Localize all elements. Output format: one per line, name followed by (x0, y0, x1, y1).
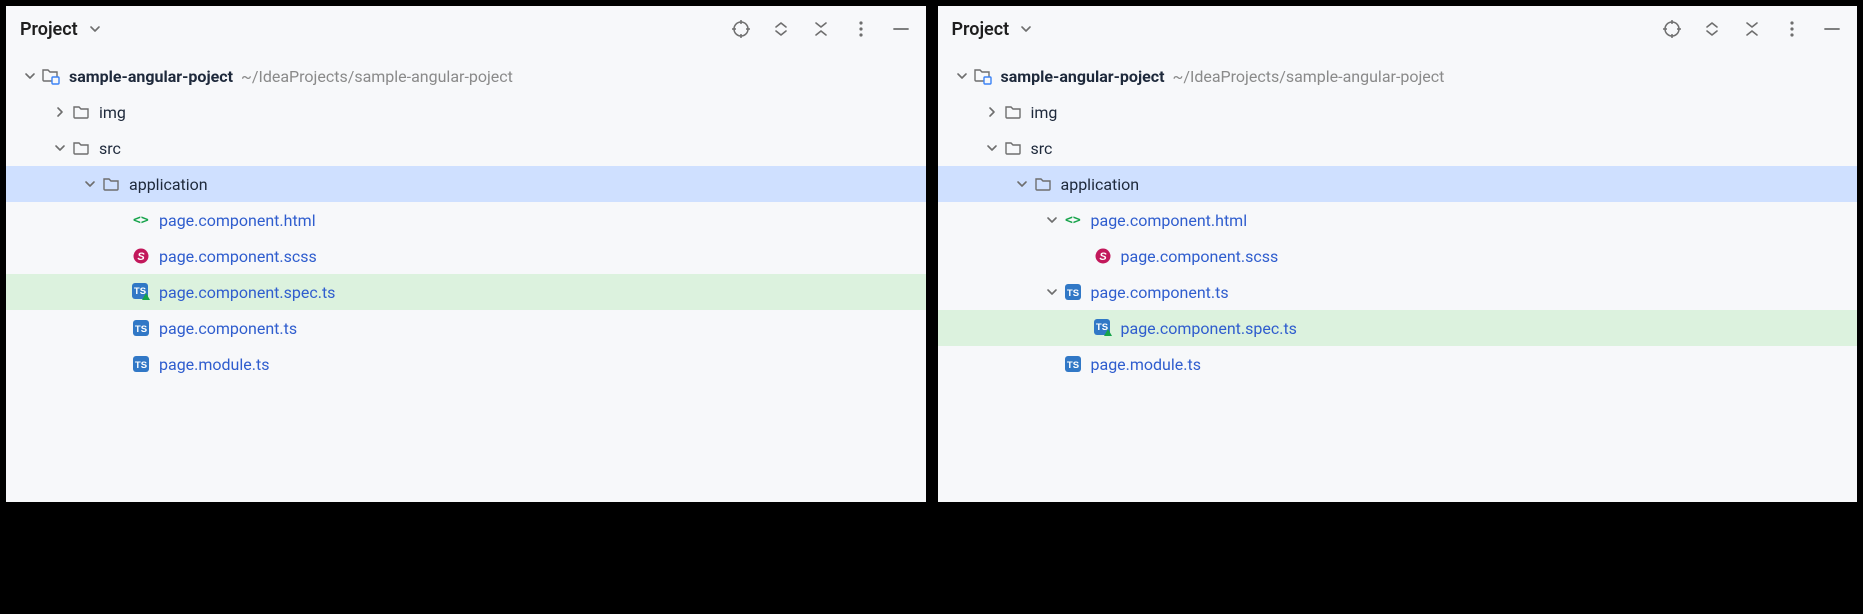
tree-node-page-spec[interactable]: page.component.spec.ts (938, 310, 1858, 346)
tree-node-src[interactable]: src (938, 130, 1858, 166)
node-path: ~/IdeaProjects/sample-angular-poject (241, 67, 513, 86)
header-actions (730, 18, 912, 40)
chevron-down-icon[interactable] (1012, 178, 1032, 190)
chevron-down-icon[interactable] (982, 142, 1002, 154)
ts-test-file-icon (130, 282, 152, 302)
header-actions (1661, 18, 1843, 40)
panel-title: Project (20, 19, 78, 40)
chevron-down-icon[interactable] (80, 178, 100, 190)
panel-header: Project (6, 12, 926, 58)
node-label: page.component.html (1091, 211, 1248, 230)
tree-node-page-ts[interactable]: page.component.ts (938, 274, 1858, 310)
select-opened-file-icon[interactable] (1661, 18, 1683, 40)
hide-panel-icon[interactable] (1821, 18, 1843, 40)
module-folder-icon (972, 66, 994, 86)
tree-node-src[interactable]: src (6, 130, 926, 166)
folder-icon (1032, 175, 1054, 193)
node-label: page.component.scss (159, 247, 317, 266)
project-tree: sample-angular-poject ~/IdeaProjects/sam… (6, 58, 926, 382)
node-label: page.component.spec.ts (1121, 319, 1297, 338)
scss-file-icon (130, 247, 152, 265)
folder-icon (100, 175, 122, 193)
html-file-icon (130, 211, 152, 229)
node-label: img (99, 103, 126, 122)
hide-panel-icon[interactable] (890, 18, 912, 40)
ts-file-icon (1062, 283, 1084, 301)
view-mode-chevron-icon[interactable] (1015, 18, 1037, 40)
chevron-down-icon[interactable] (50, 142, 70, 154)
chevron-down-icon[interactable] (1042, 214, 1062, 226)
tree-node-page-module[interactable]: page.module.ts (938, 346, 1858, 382)
node-label: src (99, 139, 121, 158)
node-label: page.component.scss (1121, 247, 1279, 266)
expand-all-icon[interactable] (770, 18, 792, 40)
tree-node-project-root[interactable]: sample-angular-poject ~/IdeaProjects/sam… (938, 58, 1858, 94)
node-label: application (129, 175, 208, 194)
module-folder-icon (40, 66, 62, 86)
tree-node-page-ts[interactable]: page.component.ts (6, 310, 926, 346)
scss-file-icon (1092, 247, 1114, 265)
tree-node-img[interactable]: img (938, 94, 1858, 130)
ts-file-icon (130, 319, 152, 337)
more-options-icon[interactable] (1781, 18, 1803, 40)
chevron-down-icon[interactable] (952, 70, 972, 82)
chevron-down-icon[interactable] (20, 70, 40, 82)
chevron-right-icon[interactable] (982, 106, 1002, 118)
tree-node-page-module[interactable]: page.module.ts (6, 346, 926, 382)
project-tree: sample-angular-poject ~/IdeaProjects/sam… (938, 58, 1858, 382)
node-label: sample-angular-poject (69, 67, 233, 86)
node-label: sample-angular-poject (1001, 67, 1165, 86)
html-file-icon (1062, 211, 1084, 229)
folder-icon (70, 103, 92, 121)
node-label: img (1031, 103, 1058, 122)
project-panel-left: Project sample-angular-poject ~/IdeaProj… (4, 4, 928, 504)
ts-file-icon (130, 355, 152, 373)
node-label: src (1031, 139, 1053, 158)
chevron-right-icon[interactable] (50, 106, 70, 118)
ts-test-file-icon (1092, 318, 1114, 338)
folder-icon (1002, 139, 1024, 157)
tree-node-page-html[interactable]: page.component.html (6, 202, 926, 238)
node-label: page.component.spec.ts (159, 283, 335, 302)
panel-title: Project (952, 19, 1010, 40)
node-label: page.component.ts (159, 319, 297, 338)
collapse-all-icon[interactable] (810, 18, 832, 40)
panel-header: Project (938, 12, 1858, 58)
tree-node-application[interactable]: application (6, 166, 926, 202)
node-label: page.component.html (159, 211, 316, 230)
chevron-down-icon[interactable] (1042, 286, 1062, 298)
folder-icon (1002, 103, 1024, 121)
view-mode-chevron-icon[interactable] (84, 18, 106, 40)
node-label: page.module.ts (159, 355, 269, 374)
more-options-icon[interactable] (850, 18, 872, 40)
collapse-all-icon[interactable] (1741, 18, 1763, 40)
expand-all-icon[interactable] (1701, 18, 1723, 40)
tree-node-project-root[interactable]: sample-angular-poject ~/IdeaProjects/sam… (6, 58, 926, 94)
tree-node-application[interactable]: application (938, 166, 1858, 202)
ts-file-icon (1062, 355, 1084, 373)
node-label: page.component.ts (1091, 283, 1229, 302)
node-label: application (1061, 175, 1140, 194)
project-panel-right: Project sample-angular-poject ~/IdeaProj… (936, 4, 1860, 504)
select-opened-file-icon[interactable] (730, 18, 752, 40)
folder-icon (70, 139, 92, 157)
tree-node-page-spec[interactable]: page.component.spec.ts (6, 274, 926, 310)
tree-node-page-scss[interactable]: page.component.scss (6, 238, 926, 274)
node-path: ~/IdeaProjects/sample-angular-poject (1173, 67, 1445, 86)
node-label: page.module.ts (1091, 355, 1201, 374)
tree-node-page-html[interactable]: page.component.html (938, 202, 1858, 238)
tree-node-page-scss[interactable]: page.component.scss (938, 238, 1858, 274)
tree-node-img[interactable]: img (6, 94, 926, 130)
